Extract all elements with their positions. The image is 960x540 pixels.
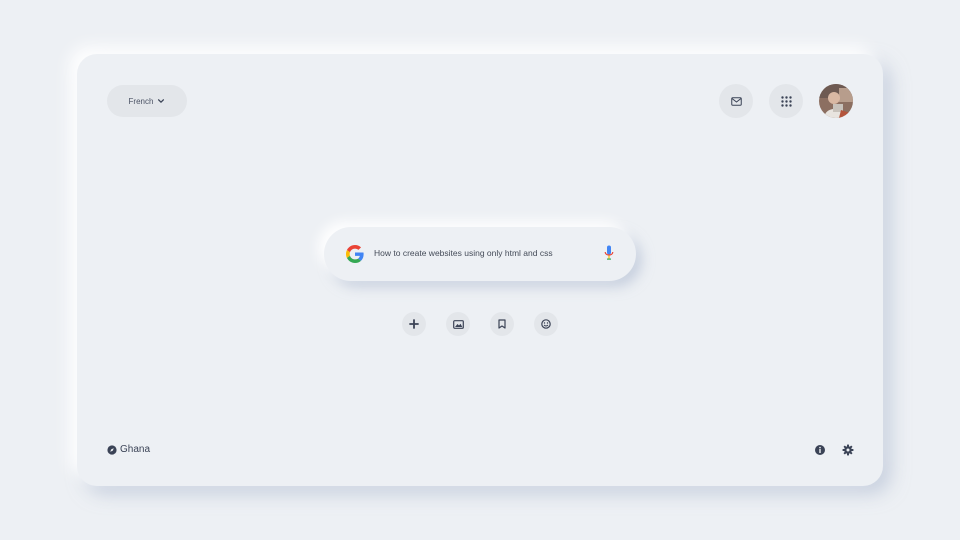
location-link[interactable]: Ghana xyxy=(107,444,150,455)
apps-grid-icon xyxy=(780,95,792,107)
language-label: French xyxy=(128,96,154,106)
avatar-image xyxy=(819,84,853,118)
settings-icon xyxy=(842,444,854,456)
main-card: French How to create websites using only… xyxy=(77,54,883,486)
chevron-down-icon xyxy=(158,99,165,103)
plus-icon xyxy=(409,319,419,329)
apps-button[interactable] xyxy=(769,84,803,118)
image-search-button[interactable] xyxy=(446,312,470,336)
bookmark-icon xyxy=(498,319,506,329)
image-icon xyxy=(452,319,464,329)
add-shortcut-button[interactable] xyxy=(402,312,426,336)
google-g-icon xyxy=(346,245,364,263)
language-selector[interactable]: French xyxy=(107,85,187,117)
user-avatar[interactable] xyxy=(819,84,853,118)
search-bar[interactable]: How to create websites using only html a… xyxy=(324,227,636,281)
settings-button[interactable] xyxy=(842,443,854,456)
bookmark-button[interactable] xyxy=(490,312,514,336)
search-input[interactable]: How to create websites using only html a… xyxy=(374,248,594,258)
smiley-icon xyxy=(541,319,551,329)
mail-button[interactable] xyxy=(719,84,753,118)
location-label: Ghana xyxy=(120,444,151,455)
microphone-icon[interactable] xyxy=(604,245,614,261)
mail-icon xyxy=(730,96,742,106)
compass-icon xyxy=(107,444,117,455)
info-button[interactable] xyxy=(814,443,826,455)
info-icon xyxy=(815,445,825,455)
emoji-button[interactable] xyxy=(534,312,558,336)
